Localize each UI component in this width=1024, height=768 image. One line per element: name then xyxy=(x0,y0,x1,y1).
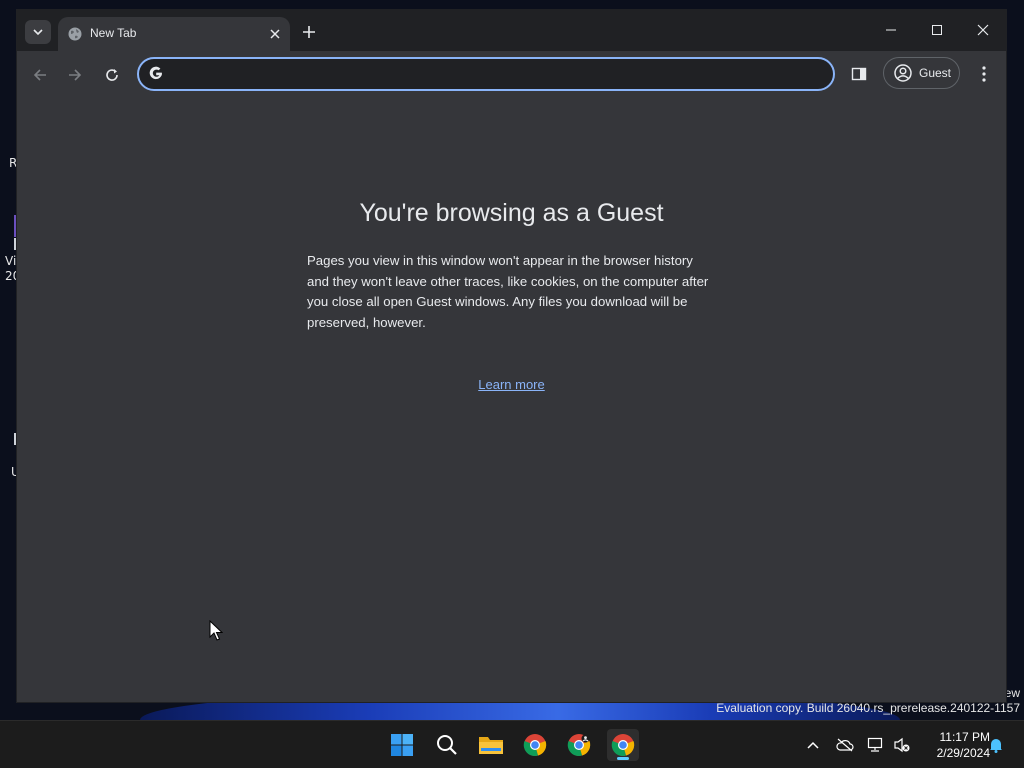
chevron-up-icon xyxy=(807,741,819,749)
close-icon xyxy=(977,24,989,36)
address-input[interactable] xyxy=(171,62,825,88)
maximize-button[interactable] xyxy=(922,18,952,42)
forward-button[interactable] xyxy=(63,63,87,87)
browser-window: New Tab Guest You're browsing as a Guest… xyxy=(17,10,1006,702)
side-panel-icon xyxy=(851,67,867,81)
menu-button[interactable] xyxy=(973,63,995,85)
volume-button[interactable] xyxy=(892,735,912,755)
tab-strip: New Tab xyxy=(17,10,1006,51)
back-button[interactable] xyxy=(28,63,52,87)
start-button[interactable] xyxy=(386,729,418,761)
chrome-icon xyxy=(523,734,547,756)
taskbar-search-button[interactable] xyxy=(431,729,463,761)
more-vert-icon xyxy=(982,66,986,82)
show-hidden-icons-button[interactable] xyxy=(803,735,823,755)
chrome-profile-button[interactable] xyxy=(563,729,595,761)
watermark-text: Evaluation copy. Build 26040.rs_prerelea… xyxy=(716,701,1020,715)
reload-icon xyxy=(106,69,118,81)
minimize-icon xyxy=(886,29,896,31)
guest-description: Pages you view in this window won't appe… xyxy=(307,253,709,330)
close-window-button[interactable] xyxy=(968,18,998,42)
clock[interactable]: 11:17 PM 2/29/2024 xyxy=(918,729,990,761)
google-icon xyxy=(149,66,162,80)
minimize-button[interactable] xyxy=(876,18,906,42)
network-button[interactable] xyxy=(866,735,886,755)
address-bar[interactable] xyxy=(137,57,835,91)
start-icon xyxy=(391,734,413,756)
network-icon xyxy=(867,737,883,752)
clock-time: 11:17 PM xyxy=(939,730,990,744)
tab-search-button[interactable] xyxy=(25,20,51,44)
chrome-button[interactable] xyxy=(519,729,551,761)
reload-button[interactable] xyxy=(100,63,124,87)
chrome-profile-icon xyxy=(567,734,591,756)
cloud-off-icon xyxy=(836,738,854,752)
file-explorer-button[interactable] xyxy=(475,729,507,761)
tab-close-button[interactable] xyxy=(266,25,284,43)
page-title: You're browsing as a Guest xyxy=(359,199,664,227)
volume-muted-icon xyxy=(894,737,910,753)
side-panel-button[interactable] xyxy=(849,64,869,84)
mouse-cursor-icon xyxy=(209,620,223,641)
clock-date: 2/29/2024 xyxy=(936,746,990,760)
page-content: You're browsing as a Guest Pages you vie… xyxy=(17,97,1006,702)
onedrive-button[interactable] xyxy=(835,735,855,755)
globe-icon xyxy=(68,27,82,41)
tab-title: New Tab xyxy=(90,26,137,40)
plus-icon xyxy=(303,26,315,38)
tab-new-tab[interactable]: New Tab xyxy=(58,17,290,51)
learn-more-link[interactable]: Learn more xyxy=(17,377,1006,392)
arrow-left-icon xyxy=(33,69,46,81)
chrome-guest-icon xyxy=(611,734,635,756)
close-icon xyxy=(270,29,280,39)
notifications-button[interactable] xyxy=(986,735,1006,755)
active-app-indicator xyxy=(617,757,629,760)
search-icon xyxy=(437,735,457,755)
bell-icon xyxy=(990,739,1002,753)
profile-button[interactable]: Guest xyxy=(883,57,960,89)
arrow-right-icon xyxy=(69,69,82,81)
profile-label: Guest xyxy=(919,66,952,80)
account-circle-icon xyxy=(894,64,912,82)
new-tab-button[interactable] xyxy=(299,22,319,42)
maximize-icon xyxy=(932,25,942,35)
toolbar: Guest xyxy=(17,51,1006,97)
taskbar: 11:17 PM 2/29/2024 xyxy=(0,720,1024,768)
file-explorer-icon xyxy=(479,737,503,754)
chrome-guest-button[interactable] xyxy=(607,729,639,761)
chevron-down-icon xyxy=(33,29,43,36)
watermark-text: ew xyxy=(1004,686,1020,700)
